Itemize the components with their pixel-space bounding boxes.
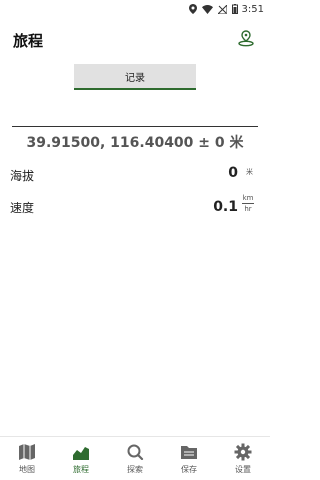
wifi-icon [201, 4, 213, 14]
search-icon [125, 443, 145, 461]
battery-icon [231, 4, 238, 14]
map-icon [17, 443, 37, 461]
altitude-unit: 米 [246, 168, 253, 176]
page-title: 旅程 [13, 31, 44, 50]
location-broadcast-button[interactable] [234, 28, 258, 52]
nav-item-explore[interactable]: 探索 [108, 437, 162, 480]
record-button[interactable]: 记录 [74, 64, 196, 90]
nav-item-journey[interactable]: 旅程 [54, 437, 108, 480]
nav-label-map: 地图 [19, 465, 35, 474]
no-signal-icon [217, 4, 227, 14]
altitude-row: 海拔 0 米 [0, 162, 270, 188]
coordinates-readout: 39.91500, 116.40400 ± 0 米 [26, 135, 244, 151]
altitude-value: 0 [228, 165, 238, 181]
nav-item-save[interactable]: 保存 [162, 437, 216, 480]
nav-label-save: 保存 [181, 465, 197, 474]
location-pin-icon [188, 4, 197, 14]
nav-label-journey: 旅程 [73, 465, 89, 474]
bottom-nav: 地图 旅程 探索 保存 设置 [0, 436, 270, 480]
speed-unit-bottom: hr [244, 205, 252, 213]
speed-unit-top: km [242, 194, 254, 202]
speed-row: 速度 0.1 km hr [0, 194, 270, 220]
nav-label-explore: 探索 [127, 465, 143, 474]
nav-item-settings[interactable]: 设置 [216, 437, 270, 480]
status-time: 3:51 [241, 3, 264, 15]
speed-unit: km hr [242, 194, 254, 213]
nav-label-settings: 设置 [235, 465, 251, 474]
gear-icon [233, 443, 253, 461]
status-bar: 3:51 [0, 0, 270, 18]
chart-icon [71, 443, 91, 461]
location-broadcast-icon [237, 29, 255, 51]
fraction-bar [242, 203, 254, 204]
speed-label: 速度 [10, 201, 35, 215]
app-header: 旅程 [0, 24, 270, 56]
altitude-label: 海拔 [10, 169, 35, 183]
divider [12, 126, 258, 127]
speed-value: 0.1 [213, 199, 238, 215]
screen: 3:51 旅程 记录 39.91500, 116.40400 ± 0 米 海拔 … [0, 0, 270, 480]
folder-icon [179, 443, 199, 461]
nav-item-map[interactable]: 地图 [0, 437, 54, 480]
